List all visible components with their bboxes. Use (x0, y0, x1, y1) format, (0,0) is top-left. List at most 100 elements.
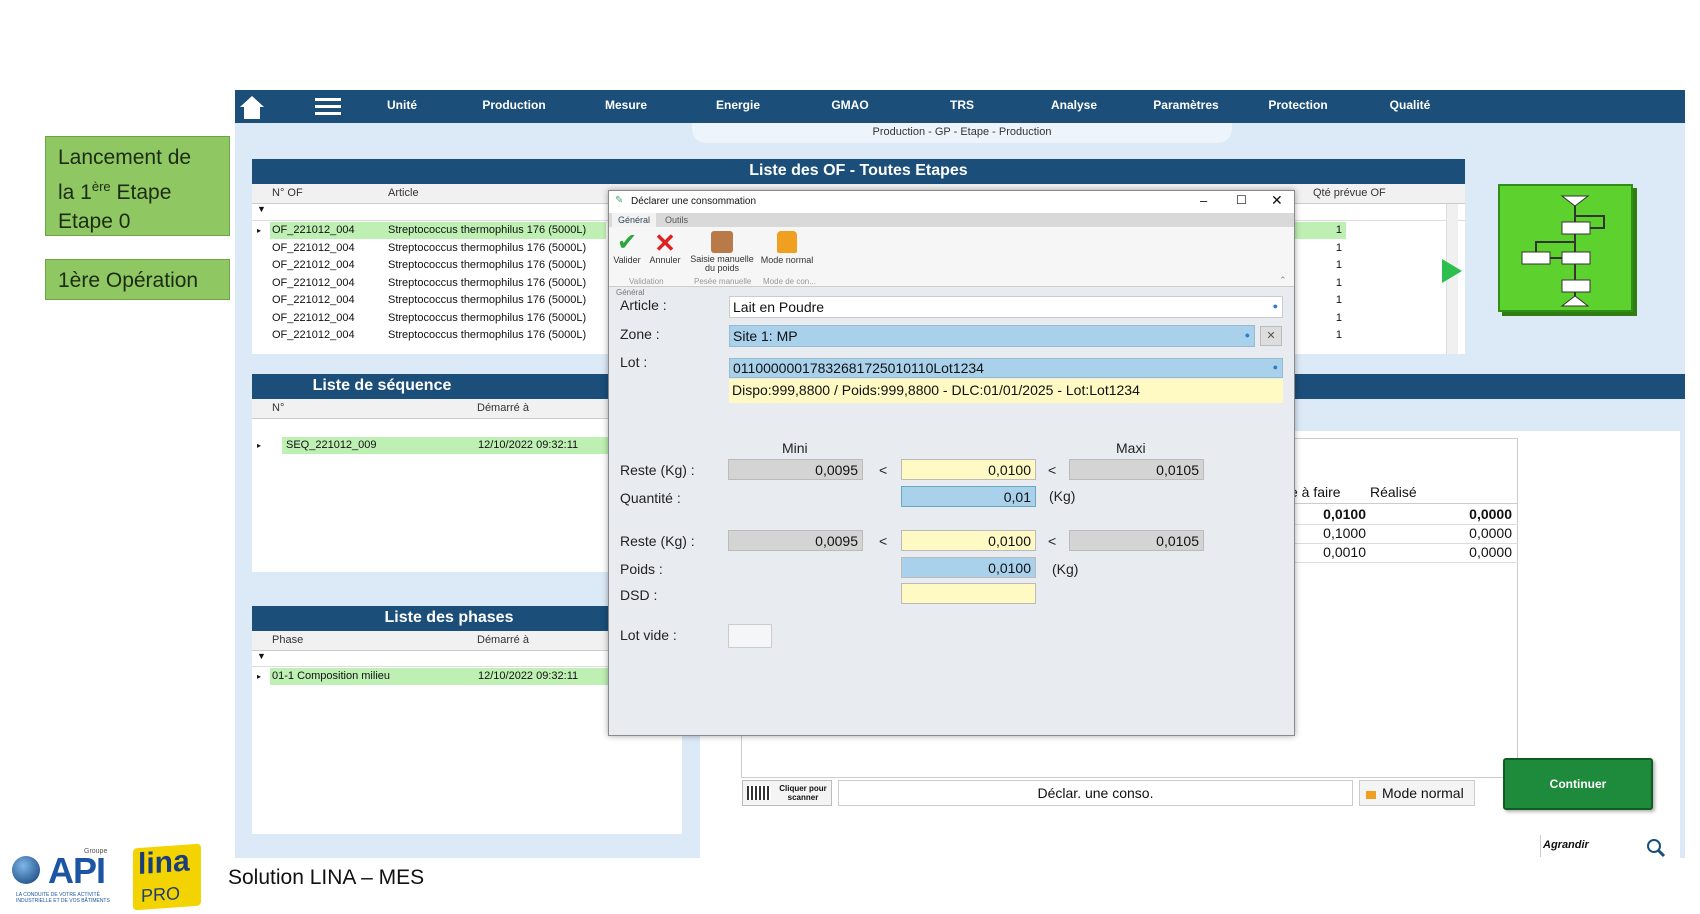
nav-analyse[interactable]: Analyse (1024, 98, 1124, 112)
minimize-icon[interactable]: – (1200, 193, 1207, 208)
dialog-ribbon: ✔ Valider ✕ Annuler Saisie manuelle du p… (609, 227, 1294, 287)
lt-2b: < (1048, 533, 1057, 549)
of-article: Streptococcus thermophilus 176 (5000L) (388, 241, 587, 254)
manual-weigh-label: Saisie manuelle du poids (690, 254, 754, 273)
dsd-input[interactable] (901, 583, 1036, 604)
lot-info: Dispo:999,8800 / Poids:999,8800 - DLC:01… (729, 379, 1283, 403)
cancel-button[interactable]: ✕ Annuler (647, 230, 683, 265)
col-qty: Qté prévue OF (1313, 187, 1386, 199)
maximize-icon[interactable]: ☐ (1236, 193, 1247, 207)
tab-general[interactable]: Général (612, 213, 657, 227)
done-value: 0,0000 (1469, 506, 1512, 522)
group-validation: Validation (629, 277, 664, 286)
col-of: N° OF (272, 187, 303, 199)
normal-mode-button[interactable]: Mode normal (759, 231, 815, 265)
nav-protection[interactable]: Protection (1248, 98, 1348, 112)
dialog-tabbar: Général Outils (609, 213, 1294, 227)
zone-lookup-icon[interactable]: ● (1245, 330, 1250, 340)
breadcrumb: Production - GP - Etape - Production (692, 123, 1232, 143)
home-icon[interactable] (237, 92, 267, 122)
barcode-icon (747, 786, 771, 800)
api-logo: Groupe API LA CONDUITE DE VOTRE ACTIVITÉ… (10, 848, 118, 908)
article-field[interactable]: Lait en Poudre ● (729, 296, 1283, 318)
right-table-row: 0,0100 0,0000 (1290, 506, 1518, 525)
poids-input[interactable]: 0,0100 (901, 557, 1036, 578)
of-article: Streptococcus thermophilus 176 (5000L) (388, 329, 587, 341)
tab-outils[interactable]: Outils (665, 215, 688, 225)
cancel-label: Annuler (649, 255, 681, 265)
menu-icon[interactable] (315, 96, 341, 116)
lot-label: Lot : (620, 354, 648, 370)
zone-field[interactable]: Site 1: MP ● (729, 325, 1255, 347)
of-article: Streptococcus thermophilus 176 (5000L) (388, 259, 587, 271)
tagline: LA CONDUITE DE VOTRE ACTIVITÉ INDUSTRIEL… (16, 892, 110, 904)
close-icon[interactable]: ✕ (1271, 192, 1283, 209)
nav-trs[interactable]: TRS (912, 98, 1012, 112)
lina-pro-logo: lina PRO (133, 843, 201, 911)
of-number: OF_221012_004 (272, 241, 355, 254)
seq-col-start: Démarré à (477, 402, 529, 414)
declare-consumption-dialog: ✎ Déclarer une consommation – ☐ ✕ Généra… (608, 190, 1295, 736)
reste1-mini: 0,0095 (728, 459, 863, 480)
play-icon[interactable] (1442, 259, 1462, 283)
flowchart-icon[interactable] (1498, 184, 1633, 312)
nav-gmao[interactable]: GMAO (800, 98, 900, 112)
reste2-mini: 0,0095 (728, 530, 863, 551)
nav-unite[interactable]: Unité (352, 98, 452, 112)
continue-button[interactable]: Continuer (1503, 758, 1653, 810)
of-number: OF_221012_004 (272, 259, 355, 271)
mode-normal-button[interactable]: Mode normal (1359, 780, 1475, 806)
lt-1a: < (879, 462, 888, 478)
quantite-label: Quantité : (620, 490, 681, 506)
seq-panel-title-extension (1236, 374, 1685, 399)
zone-clear-icon[interactable]: ✕ (1260, 326, 1282, 346)
poids-label: Poids : (620, 561, 663, 577)
scan-label: Cliquer pour scanner (779, 784, 827, 802)
lt-2a: < (879, 533, 888, 549)
of-number: OF_221012_004 (272, 329, 355, 341)
lot-vide-checkbox[interactable] (728, 624, 772, 648)
normal-mode-label: Mode normal (760, 255, 814, 265)
nav-qualite[interactable]: Qualité (1360, 98, 1460, 112)
reste-label-1: Reste (Kg) : (620, 462, 695, 478)
group-mode: Mode de con... (763, 277, 816, 286)
lookup-icon[interactable]: ● (1273, 301, 1278, 311)
phase-start: 12/10/2022 09:32:11 (472, 668, 612, 685)
globe-icon (12, 856, 40, 884)
manual-weigh-button[interactable]: Saisie manuelle du poids (689, 231, 755, 273)
row-indicator-icon: ▸ (257, 672, 262, 681)
solution-title: Solution LINA – MES (228, 866, 425, 889)
done-value: 0,0000 (1469, 544, 1512, 560)
reste-label-2: Reste (Kg) : (620, 533, 695, 549)
lot-field[interactable]: 01100000017832681725010110Lot1234 ● (729, 358, 1283, 378)
reste1-value: 0,0100 (901, 459, 1036, 480)
of-number: OF_221012_004 (272, 276, 355, 289)
lock-icon (1366, 791, 1376, 799)
launch-line2-post: Etape (110, 181, 172, 204)
seq-row[interactable]: ▸ SEQ_221012_009 12/10/2022 09:32:11 (252, 437, 632, 454)
todo-value: 0,0010 (1323, 544, 1366, 560)
nav-parametres[interactable]: Paramètres (1136, 98, 1236, 112)
nav-energie[interactable]: Energie (688, 98, 788, 112)
scan-button[interactable]: Cliquer pour scanner (742, 780, 832, 806)
dialog-title: Déclarer une consommation (631, 196, 757, 207)
search-icon[interactable] (1646, 838, 1666, 858)
nav-production[interactable]: Production (464, 98, 564, 112)
first-operation-label: 1ère Opération (45, 259, 230, 300)
check-icon: ✔ (616, 229, 638, 256)
validate-label: Valider (613, 255, 641, 265)
zoom-field[interactable]: Agrandir (1540, 835, 1640, 857)
launch-sup: ère (91, 179, 111, 194)
validate-button[interactable]: ✔ Valider (611, 229, 643, 266)
of-number: OF_221012_004 (272, 294, 355, 306)
right-table: e à faire Réalisé 0,0100 0,0000 0,1000 0,00… (1290, 482, 1518, 563)
lot-lookup-icon[interactable]: ● (1273, 362, 1278, 372)
mini-label: Mini (782, 440, 808, 456)
launch-line2: la 1ère Etape (58, 172, 217, 207)
quantite-input[interactable]: 0,01 (901, 486, 1036, 507)
collapse-ribbon-icon[interactable]: ⌃ (1279, 275, 1287, 286)
right-table-header: e à faire Réalisé (1290, 482, 1518, 504)
col-done: Réalisé (1370, 484, 1417, 500)
nav-mesure[interactable]: Mesure (576, 98, 676, 112)
of-article: Streptococcus thermophilus 176 (5000L) (388, 311, 587, 324)
